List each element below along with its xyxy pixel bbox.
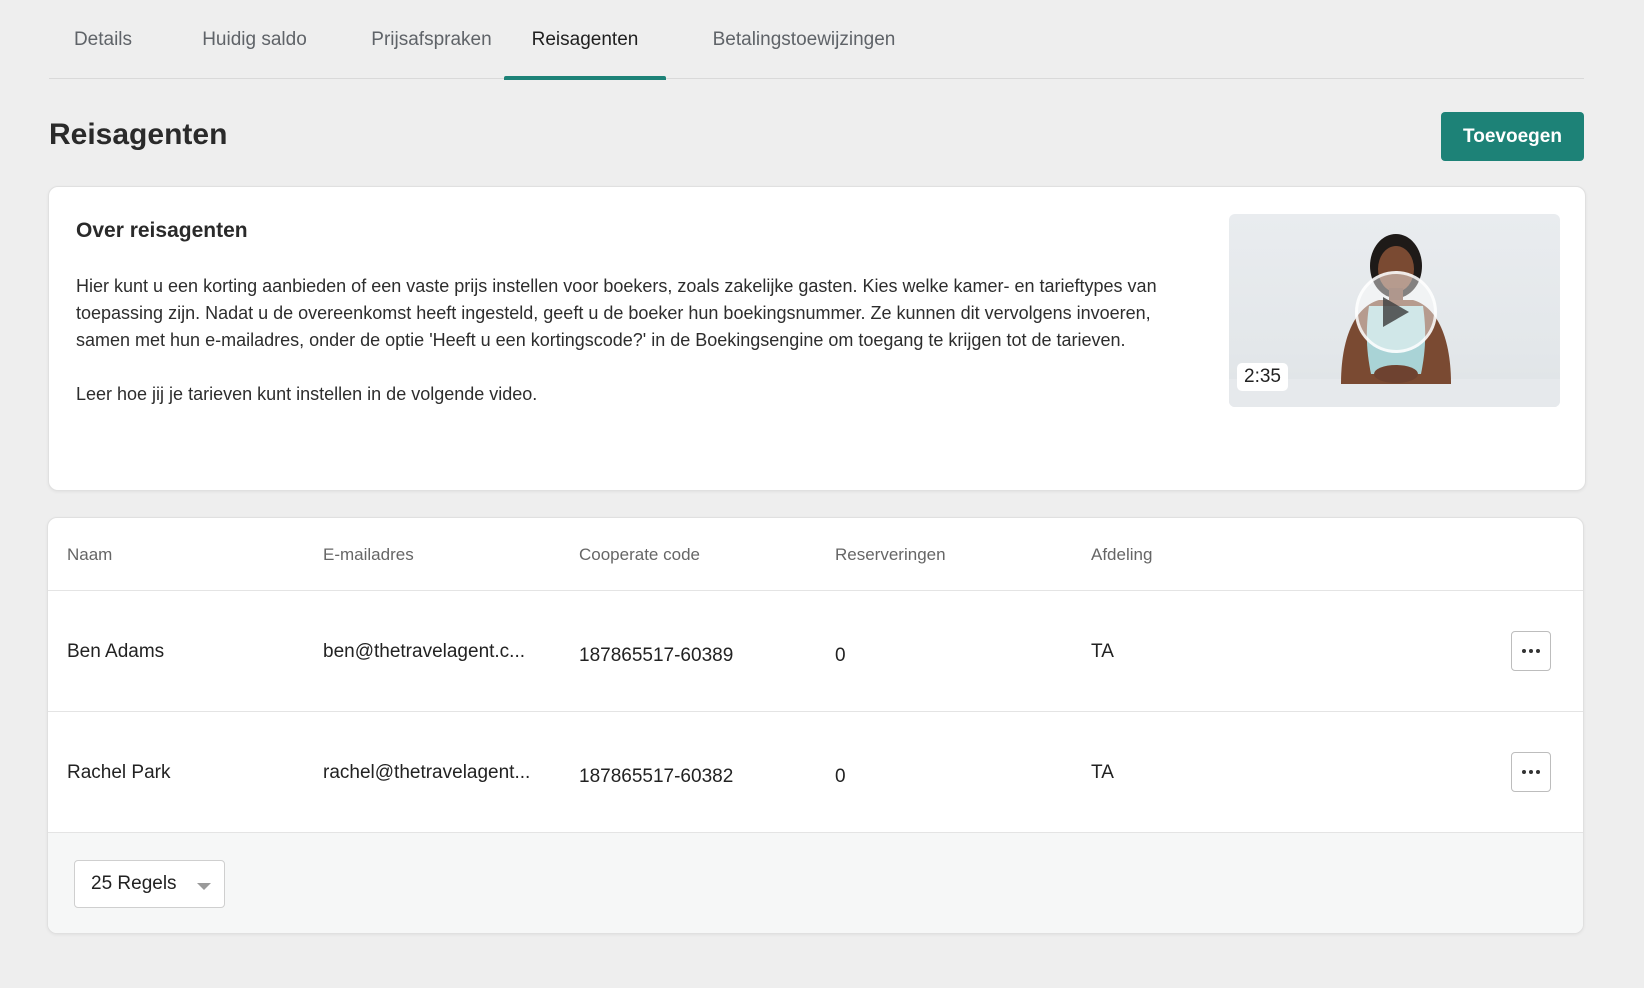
info-title: Over reisagenten [76, 219, 248, 242]
tab-reisagenten[interactable]: Reisagenten [504, 0, 666, 80]
tab-prijsafspraken[interactable]: Prijsafspraken [352, 0, 511, 79]
info-paragraph: Hier kunt u een korting aanbieden of een… [76, 276, 1157, 350]
caret-down-icon [197, 883, 211, 890]
agent-email: ben@thetravelagent.c... [323, 641, 526, 662]
add-button[interactable]: Toevoegen [1441, 112, 1584, 161]
tab-details[interactable]: Details [49, 0, 157, 79]
column-header-email: E-mailadres [323, 544, 414, 564]
play-button[interactable] [1355, 271, 1437, 353]
info-description: Hier kunt u een korting aanbieden of een… [76, 273, 1196, 408]
row-actions-button[interactable] [1511, 631, 1551, 671]
more-horizontal-icon [1522, 770, 1540, 774]
agent-cooperate-code: 187865517-60382 [579, 766, 734, 787]
video-thumbnail[interactable]: 2:35 [1229, 214, 1560, 407]
row-actions-button[interactable] [1511, 752, 1551, 792]
agent-email: rachel@thetravelagent... [323, 762, 531, 783]
tab-bar: Details Huidig saldo Prijsafspraken Reis… [49, 0, 1584, 80]
agent-name: Ben Adams [67, 641, 165, 662]
agents-table: Naam E-mailadres Cooperate code Reserver… [47, 517, 1584, 934]
play-icon [1383, 297, 1409, 327]
column-header-naam: Naam [67, 544, 113, 564]
column-header-reserveringen: Reserveringen [835, 544, 946, 564]
video-duration: 2:35 [1237, 363, 1288, 391]
rows-per-page-value: 25 Regels [91, 873, 177, 894]
agent-department: TA [1091, 641, 1114, 662]
agent-reservations: 0 [835, 645, 846, 666]
agent-reservations: 0 [835, 766, 846, 787]
table-row[interactable]: Ben Adams ben@thetravelagent.c... 187865… [48, 591, 1583, 712]
agent-name: Rachel Park [67, 762, 171, 783]
tab-huidig-saldo[interactable]: Huidig saldo [183, 0, 326, 79]
table-row[interactable]: Rachel Park rachel@thetravelagent... 187… [48, 712, 1583, 833]
tab-betalingstoewijzingen[interactable]: Betalingstoewijzingen [688, 0, 920, 79]
info-card: Over reisagenten Hier kunt u een korting… [48, 186, 1586, 491]
column-header-afdeling: Afdeling [1091, 544, 1153, 564]
rows-per-page-select[interactable]: 25 Regels [74, 860, 225, 908]
table-footer: 25 Regels [48, 833, 1583, 933]
table-header: Naam E-mailadres Cooperate code Reserver… [48, 518, 1583, 591]
page-title: Reisagenten [49, 118, 228, 151]
column-header-cooperate-code: Cooperate code [579, 544, 700, 564]
agent-department: TA [1091, 762, 1114, 783]
agent-cooperate-code: 187865517-60389 [579, 645, 734, 666]
info-paragraph: Leer hoe jij je tarieven kunt instellen … [76, 384, 538, 404]
more-horizontal-icon [1522, 649, 1540, 653]
